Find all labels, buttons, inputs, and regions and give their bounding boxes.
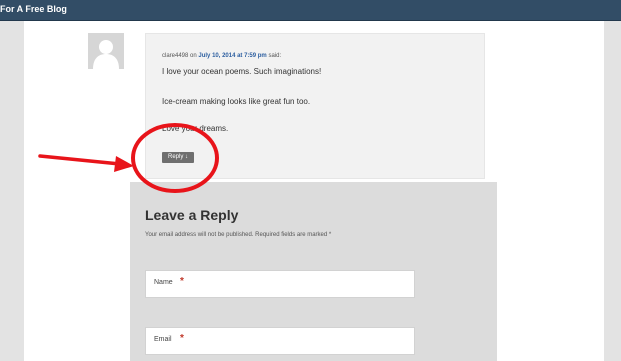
comment-meta: clare4498 on July 10, 2014 at 7:59 pm sa… — [162, 53, 281, 59]
comment-date-link[interactable]: July 10, 2014 at 7:59 pm — [198, 53, 266, 59]
comment-text-line: I love your ocean poems. Such imaginatio… — [162, 67, 322, 76]
commenter-avatar — [88, 33, 124, 69]
comment-notes: Your email address will not be published… — [145, 232, 332, 238]
name-input[interactable] — [192, 274, 410, 294]
comment-on-text: on — [190, 53, 197, 59]
comment-text-line: Love your dreams. — [162, 124, 229, 133]
email-input[interactable] — [192, 331, 410, 351]
comment: clare4498 on July 10, 2014 at 7:59 pm sa… — [145, 33, 485, 179]
email-label: Email — [154, 336, 172, 343]
comment-text-line: Ice-cream making looks like great fun to… — [162, 97, 311, 106]
site-title[interactable]: For A Free Blog — [0, 4, 67, 14]
comment-author: clare4498 — [162, 53, 189, 59]
page-margin-right — [604, 21, 621, 361]
name-label: Name — [154, 279, 173, 286]
email-field[interactable]: Email * — [145, 327, 415, 355]
page-margin-left — [0, 21, 24, 361]
leave-reply-section: Leave a Reply Your email address will no… — [130, 182, 497, 361]
site-top-bar: For A Free Blog — [0, 0, 621, 21]
person-silhouette-icon — [88, 33, 124, 69]
name-field[interactable]: Name * — [145, 270, 415, 298]
reply-heading: Leave a Reply — [145, 207, 239, 223]
required-mark: * — [180, 276, 184, 287]
reply-button[interactable]: Reply ↓ — [162, 152, 194, 163]
comment-said-text: said: — [268, 53, 282, 59]
required-mark: * — [180, 333, 184, 344]
